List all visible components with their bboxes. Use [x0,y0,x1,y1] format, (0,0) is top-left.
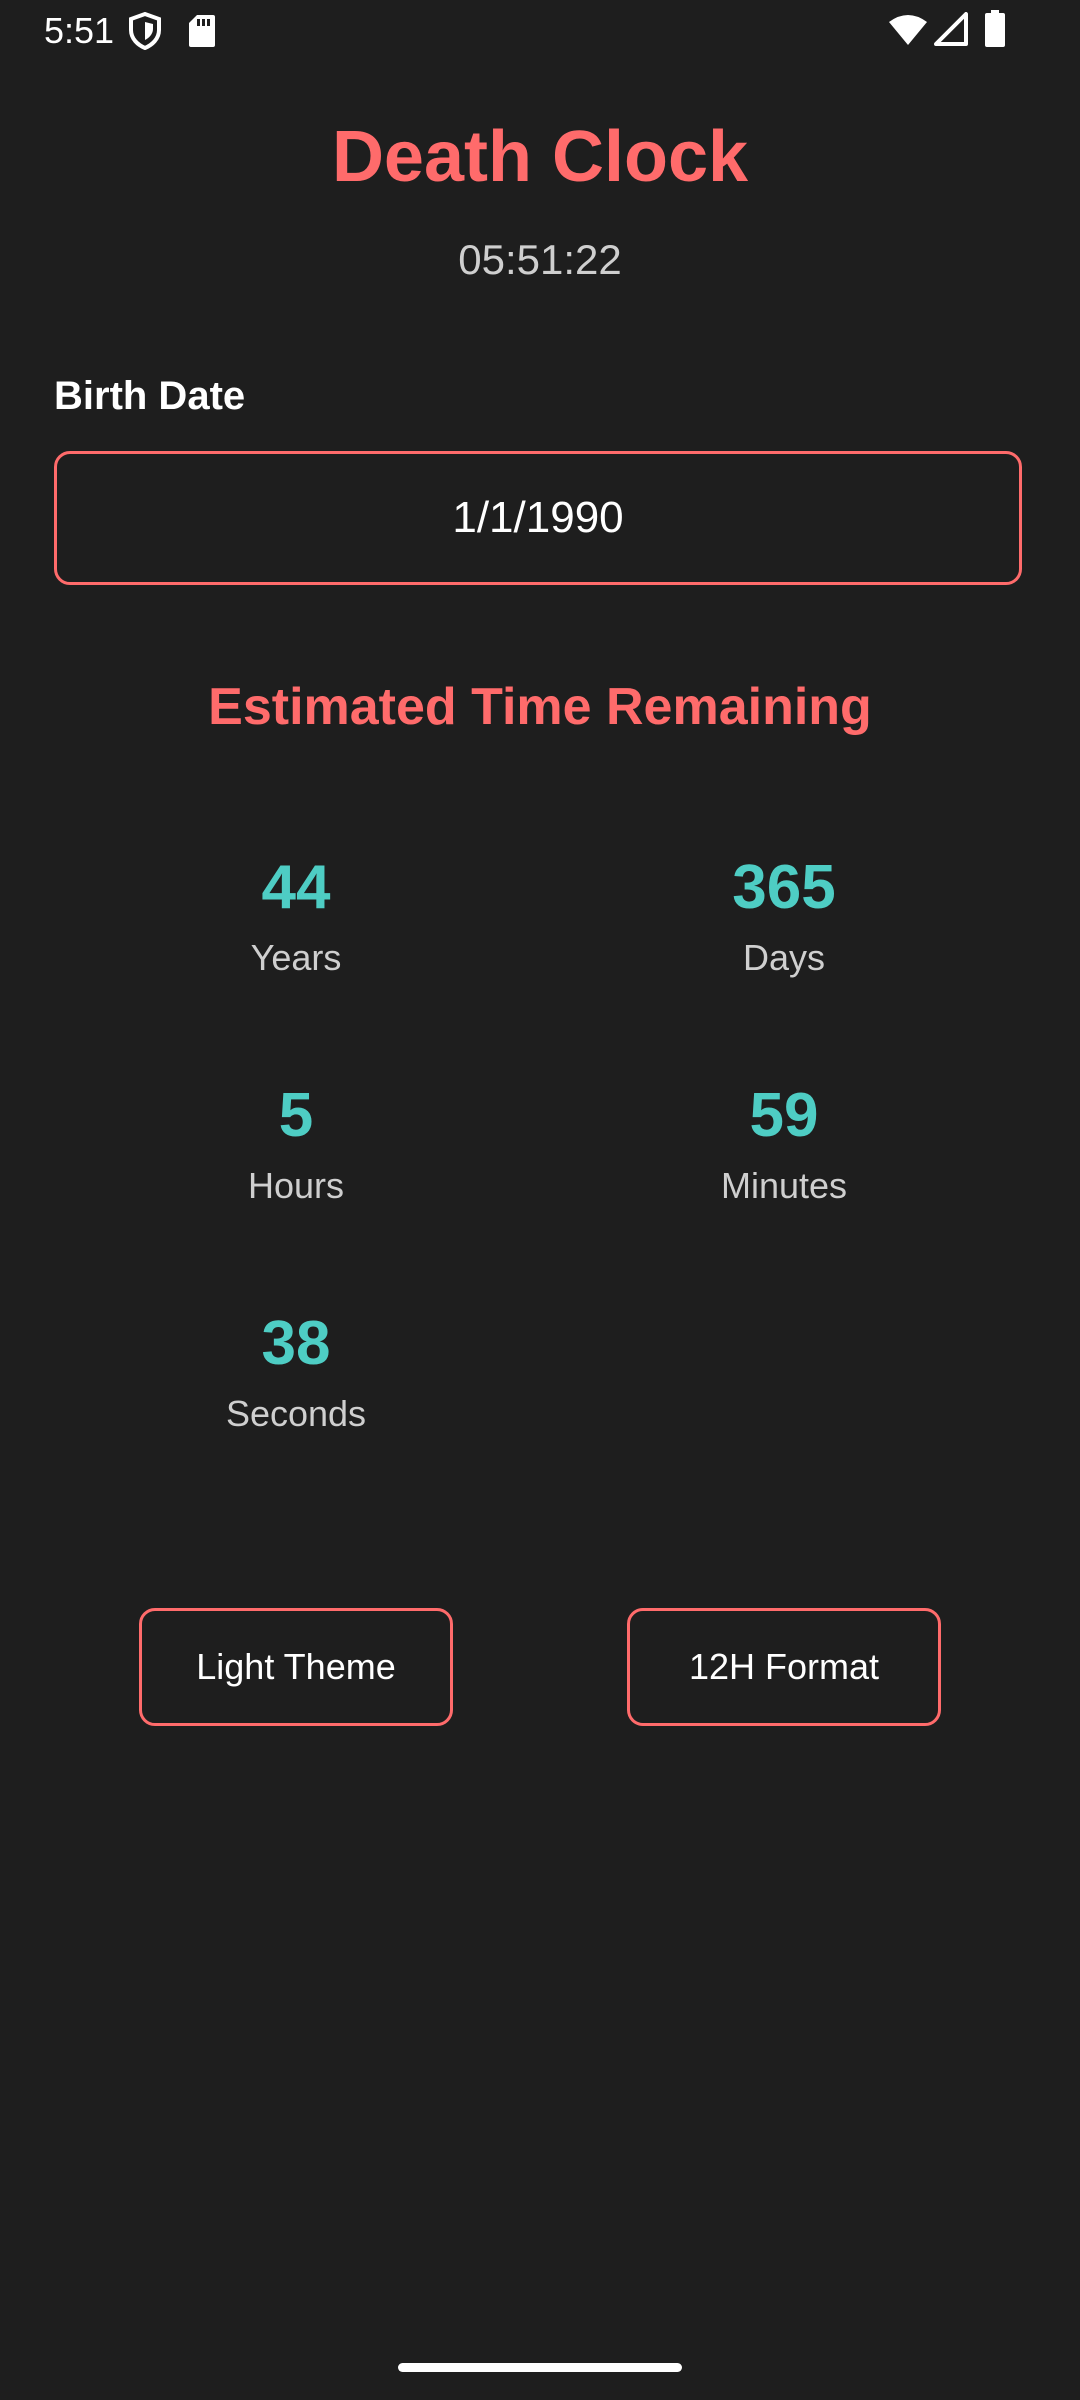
home-indicator[interactable] [398,2363,682,2372]
stat-seconds: 38 Seconds [96,1306,496,1436]
years-value: 44 [261,853,331,922]
screen: 5:51 Death Clock 05:51:22 Birth Date 1/1… [0,0,1080,2400]
status-bar: 5:51 [0,0,1080,64]
current-time: 05:51:22 [458,236,622,283]
days-label: Days [742,937,826,978]
years-label: Years [250,937,342,978]
seconds-label: Seconds [225,1393,367,1434]
time-format-button[interactable]: 12H Format [627,1608,941,1726]
minutes-value: 59 [749,1081,819,1150]
hours-value: 5 [278,1081,314,1150]
wifi-icon [889,15,927,45]
shield-icon [129,12,161,50]
stat-minutes: 59 Minutes [584,1078,984,1208]
seconds-value: 38 [261,1309,331,1378]
birth-date-field[interactable]: 1/1/1990 [54,451,1022,585]
birth-date-label: Birth Date [54,374,246,418]
light-theme-button[interactable]: Light Theme [139,1608,453,1726]
stat-days: 365 Days [584,850,984,980]
sd-card-icon [189,15,215,47]
birth-date-value: 1/1/1990 [452,493,624,542]
minutes-label: Minutes [720,1165,848,1206]
app-title: Death Clock [331,117,749,197]
hours-label: Hours [247,1165,345,1206]
section-title: Estimated Time Remaining [208,678,872,736]
days-value: 365 [732,853,836,922]
status-time: 5:51 [44,10,115,51]
battery-icon [985,10,1005,47]
stat-years: 44 Years [96,850,496,980]
stat-hours: 5 Hours [96,1078,496,1208]
signal-icon [934,12,968,46]
